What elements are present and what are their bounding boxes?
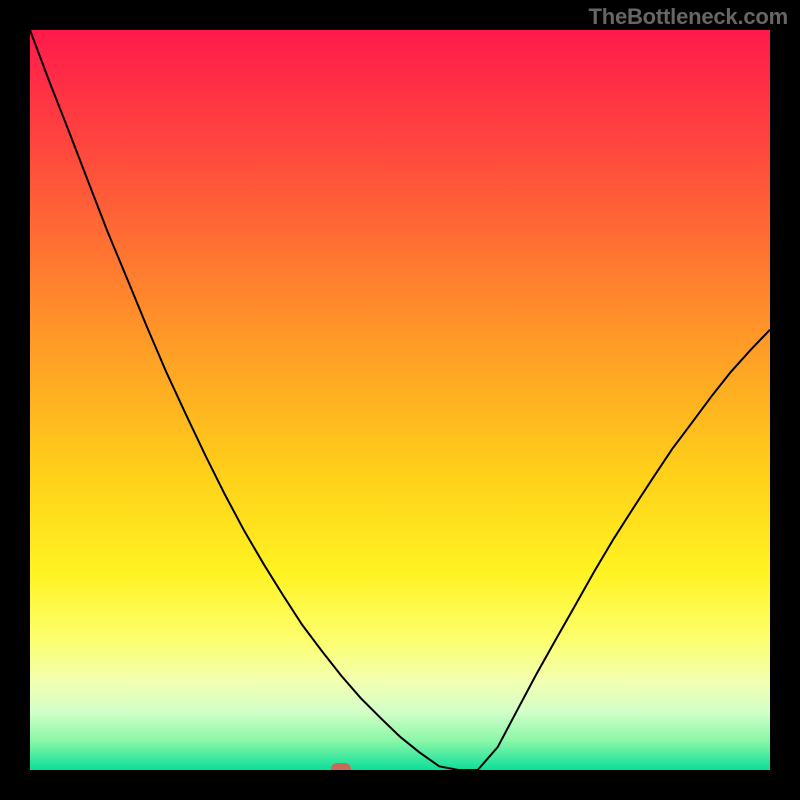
chart-frame: TheBottleneck.com	[0, 0, 800, 800]
plot-area	[30, 30, 770, 770]
watermark-label: TheBottleneck.com	[588, 4, 788, 30]
bottleneck-curve	[30, 30, 770, 770]
optimum-marker	[331, 763, 351, 770]
